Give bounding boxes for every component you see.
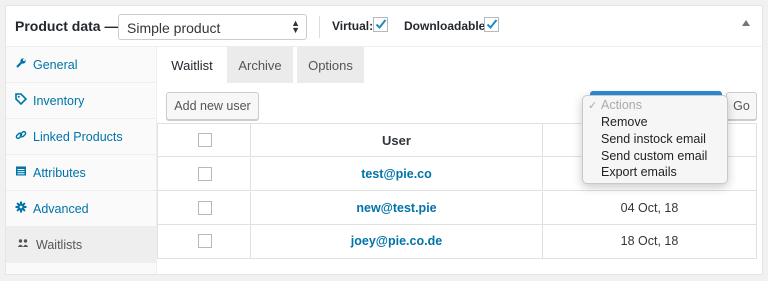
sidebar-item-label: Waitlists (36, 238, 83, 252)
sidebar-item-waitlists[interactable]: Waitlists (6, 227, 157, 263)
column-divider (542, 158, 543, 190)
waitlist-tabs: Waitlist Archive Options (157, 47, 762, 83)
sidebar-item-label: Advanced (33, 202, 89, 216)
sidebar-item-label: Linked Products (33, 130, 123, 144)
tab-waitlist[interactable]: Waitlist (157, 47, 227, 83)
row-checkbox[interactable] (198, 234, 212, 248)
tab-options[interactable]: Options (297, 47, 364, 83)
menu-item-actions[interactable]: Actions (601, 98, 642, 112)
checkmark-icon (486, 19, 498, 29)
virtual-checkbox[interactable] (373, 17, 388, 32)
sidebar-item-advanced[interactable]: Advanced (6, 191, 157, 227)
product-type-select[interactable]: Simple product ▲ ▼ (118, 14, 307, 40)
sidebar-item-attributes[interactable]: Attributes (6, 155, 157, 191)
sidebar-item-label: Attributes (33, 166, 86, 180)
sidebar-item-label: General (33, 58, 78, 72)
checkmark-icon (375, 19, 387, 29)
sidebar-item-inventory[interactable]: Inventory (6, 83, 157, 119)
collapse-caret-icon[interactable] (742, 20, 750, 26)
user-email-link[interactable]: joey@pie.co.de (251, 234, 542, 248)
table-row: joey@pie.co.de 18 Oct, 18 (158, 225, 756, 258)
date-cell: 18 Oct, 18 (620, 234, 679, 248)
row-checkbox[interactable] (198, 201, 212, 215)
users-icon (17, 239, 29, 247)
tag-icon (15, 93, 27, 105)
select-arrows-icon: ▲ ▼ (291, 18, 300, 35)
column-divider (542, 124, 543, 156)
user-email-link[interactable]: new@test.pie (251, 201, 542, 215)
tab-archive[interactable]: Archive (227, 47, 293, 83)
go-button[interactable]: Go (726, 92, 757, 120)
column-header-user: User (382, 133, 411, 148)
gear-icon (15, 201, 27, 213)
add-new-user-button[interactable]: Add new user (166, 92, 259, 120)
menu-item-send-custom-email[interactable]: Send custom email (601, 149, 707, 163)
menu-item-send-instock-email[interactable]: Send instock email (601, 132, 706, 146)
product-data-header: Product data — Simple product ▲ ▼ Virtual… (6, 6, 762, 47)
select-all-checkbox[interactable] (198, 133, 212, 147)
sidebar-item-linked-products[interactable]: Linked Products (6, 119, 157, 155)
downloadable-checkbox[interactable] (484, 17, 499, 32)
list-icon (16, 166, 26, 176)
product-data-title: Product data — (15, 18, 119, 34)
product-type-value: Simple product (127, 20, 221, 36)
checkmark-icon: ✓ (588, 100, 598, 112)
menu-item-export-emails[interactable]: Export emails (601, 165, 677, 179)
sidebar-item-label: Inventory (33, 94, 85, 108)
downloadable-label: Downloadable: (404, 19, 490, 33)
user-email-link[interactable]: test@pie.co (251, 167, 542, 181)
row-checkbox[interactable] (198, 167, 212, 181)
menu-item-remove[interactable]: Remove (601, 115, 648, 129)
table-row: new@test.pie 04 Oct, 18 (158, 192, 756, 225)
date-cell: 04 Oct, 18 (620, 201, 679, 215)
header-divider (319, 16, 320, 38)
sidebar-item-general[interactable]: General (6, 47, 157, 83)
link-icon (15, 130, 27, 140)
virtual-label: Virtual: (332, 19, 374, 33)
actions-dropdown-menu: ✓ Actions Remove Send instock email Send… (582, 95, 728, 184)
product-data-sidebar: General Inventory Linked Products Attrib… (6, 47, 157, 274)
wrench-icon (16, 58, 26, 68)
